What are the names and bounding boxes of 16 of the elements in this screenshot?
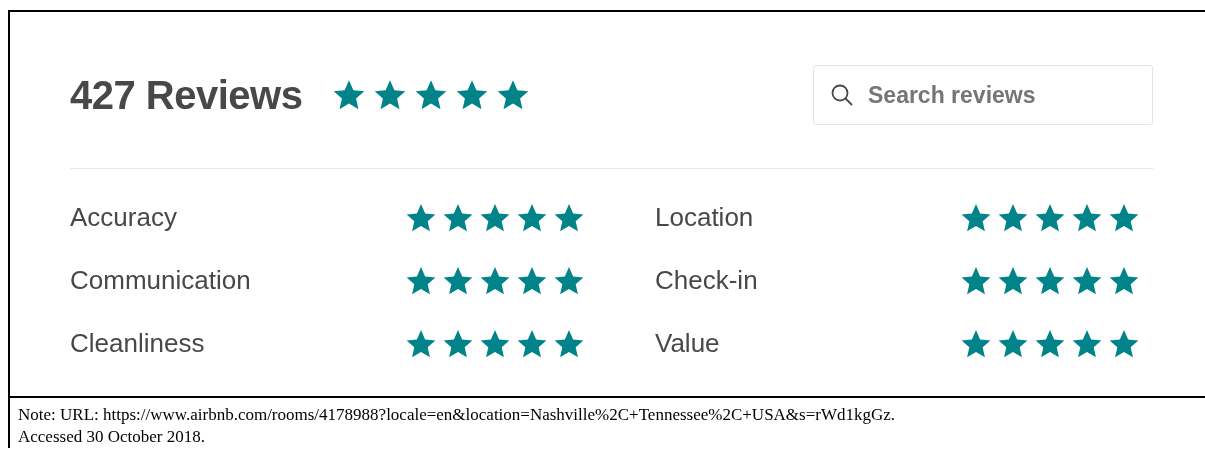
star-icon xyxy=(373,78,408,112)
reviews-title: 427 Reviews xyxy=(70,72,303,118)
rating-label: Communication xyxy=(70,265,251,296)
rating-label: Check-in xyxy=(655,265,758,296)
rating-label: Location xyxy=(655,202,754,233)
rating-label: Value xyxy=(655,328,720,359)
note-text: Accessed 30 October 2018. xyxy=(18,426,206,448)
rating-label: Cleanliness xyxy=(70,328,205,359)
star-icon xyxy=(455,78,490,112)
rating-label: Accuracy xyxy=(70,202,177,233)
star-icon xyxy=(414,78,449,112)
star-icon xyxy=(496,78,531,112)
star-icon xyxy=(332,78,367,112)
note-text: Note: URL: https://www.airbnb.com/rooms/4178988?locale=en&location=Nashville%2C+Tennessee%2C+USA&s=rWd1kgGz. xyxy=(18,404,897,426)
search-icon xyxy=(830,83,854,107)
search-field[interactable]: Search reviews xyxy=(813,65,1153,125)
